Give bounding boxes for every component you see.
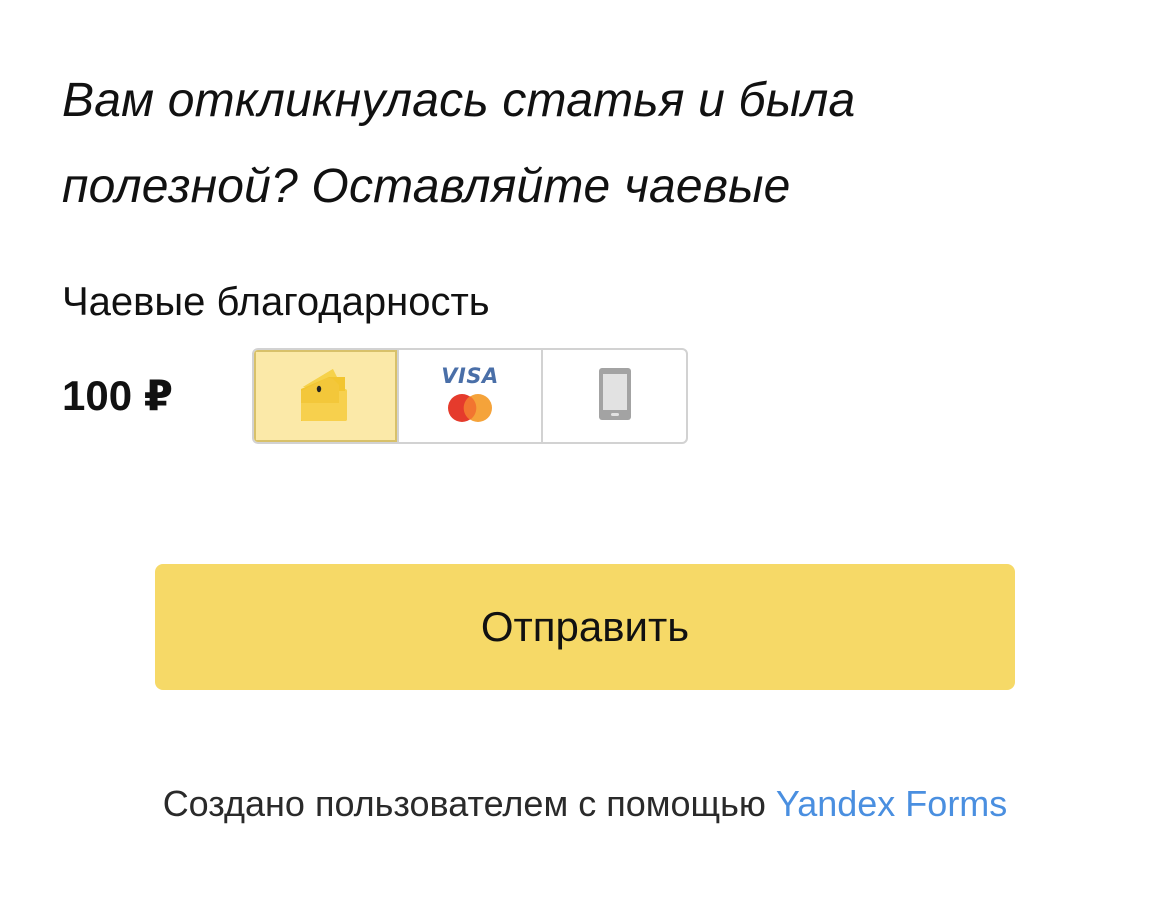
heading-line-2: полезной? Оставляйте чаевые [62, 160, 791, 213]
payment-method-mobile[interactable] [541, 350, 686, 442]
yandex-forms-link[interactable]: Yandex Forms [776, 783, 1007, 824]
heading-line-1: Вам откликнулась статья и была [62, 74, 856, 127]
mastercard-icon [447, 393, 493, 428]
payment-method-wallet[interactable] [254, 350, 397, 442]
submit-button[interactable]: Отправить [155, 564, 1015, 690]
yoomoney-wallet-icon [299, 363, 351, 430]
payment-method-card[interactable]: VISA [396, 350, 542, 442]
footer-text: Создано пользователем с помощью [162, 783, 776, 824]
footer: Создано пользователем с помощью Yandex F… [0, 780, 1170, 828]
form-heading: Вам откликнулась статья и была полезной?… [62, 58, 1062, 230]
payment-method-selector: VISA [252, 348, 688, 444]
visa-logo: VISA [441, 363, 499, 388]
mobile-phone-icon [597, 366, 633, 427]
tip-amount: 100 ₽ [62, 372, 173, 419]
tip-field-label: Чаевые благодарность [62, 280, 490, 324]
